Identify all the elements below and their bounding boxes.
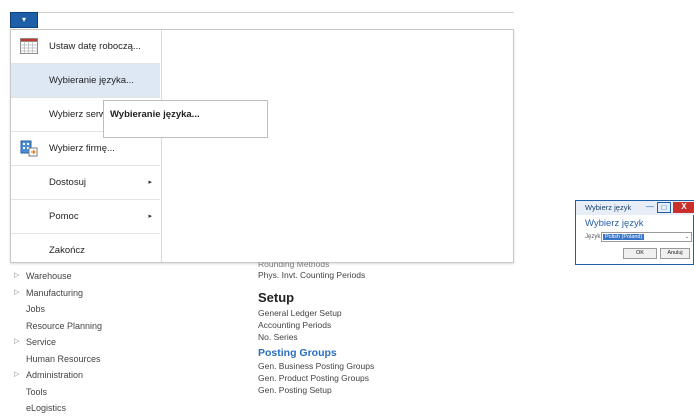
menu-item-set-work-date[interactable]: Ustaw datę roboczą... [11,30,160,63]
section-heading-setup: Setup [258,290,295,305]
application-menu-button[interactable]: ▾ [10,12,38,28]
maximize-icon[interactable]: □ [657,202,671,213]
submenu-arrow-icon: ▸ [148,179,152,186]
language-select[interactable]: Polish (Poland) ⌄ [601,232,692,242]
menu-item-customize[interactable]: Dostosuj ▸ [11,166,160,199]
link-gen-business-posting-groups[interactable]: Gen. Business Posting Groups [258,360,374,372]
link-gen-posting-setup[interactable]: Gen. Posting Setup [258,384,374,396]
link-general-ledger-setup[interactable]: General Ledger Setup [258,307,374,319]
nav-item-elogistics[interactable]: eLogistics [14,400,102,417]
nav-item-label: Tools [26,386,48,397]
nav-item-manufacturing[interactable]: ▷ Manufacturing [14,285,102,302]
calendar-icon [20,38,38,54]
minimize-icon[interactable]: — [643,202,657,213]
nav-item-label: Warehouse [26,271,72,281]
content-area: Rounding Methods Phys. Invt. Counting Pe… [258,262,374,396]
nav-item-label: Jobs [26,304,46,314]
cancel-button[interactable]: Anuluj [660,248,690,259]
ribbon-divider [38,12,514,13]
menu-item-label: Zakończ [49,245,85,256]
navigation-pane: ▷ Warehouse ▷ Manufacturing Jobs Resourc… [14,268,102,417]
menu-item-exit[interactable]: Zakończ [11,234,160,267]
tooltip: Wybieranie języka... [103,100,268,138]
dialog-title-bar[interactable]: Wybierz język — □ X [576,201,694,215]
menu-item-label: Pomoc [49,211,79,222]
nav-item-label: Administration [26,370,84,380]
nav-item-human-resources[interactable]: Human Resources [14,351,102,368]
close-icon[interactable]: X [673,202,694,213]
expand-arrow-icon: ▷ [14,338,20,345]
section-heading-posting-groups: Posting Groups [258,347,337,359]
chevron-down-icon: ▾ [21,15,26,24]
nav-item-label: Manufacturing [26,287,84,298]
expand-arrow-icon: ▷ [14,272,20,279]
nav-item-label: Human Resources [26,353,101,364]
dialog-title: Wybierz język [585,203,632,212]
language-selected-value: Polish (Poland) [603,234,645,240]
application-menu: Ustaw datę roboczą... Wybieranie języka.… [10,29,514,263]
link-accounting-periods[interactable]: Accounting Periods [258,319,374,331]
expand-arrow-icon: ▷ [14,288,20,296]
link-no-series[interactable]: No. Series [258,331,374,343]
expand-arrow-icon: ▷ [14,371,20,378]
link-gen-product-posting-groups[interactable]: Gen. Product Posting Groups [258,372,374,384]
link-phys-invt-counting-periods[interactable]: Phys. Invt. Counting Periods [258,269,374,281]
ok-button[interactable]: OK [623,248,657,259]
menu-item-help[interactable]: Pomoc ▸ [11,200,160,233]
nav-item-service[interactable]: ▷ Service [14,334,102,351]
language-dialog: Wybierz język — □ X Wybierz język Język:… [575,200,694,265]
menu-item-label: Dostosuj [49,177,86,188]
dialog-heading: Wybierz język [585,218,644,229]
nav-item-tools[interactable]: Tools [14,384,102,401]
menu-item-label: Ustaw datę roboczą... [49,41,141,52]
top-bar: ▾ [0,0,694,30]
nav-item-administration[interactable]: ▷ Administration [14,367,102,384]
nav-item-label: eLogistics [26,403,67,413]
submenu-arrow-icon: ▸ [148,213,152,220]
chevron-down-icon: ⌄ [684,234,689,240]
nav-item-resource-planning[interactable]: Resource Planning [14,318,102,335]
nav-item-warehouse[interactable]: ▷ Warehouse [14,268,102,285]
menu-item-select-language[interactable]: Wybieranie języka... [11,64,160,97]
nav-item-label: Resource Planning [26,320,103,331]
nav-item-label: Service [26,337,57,347]
link-rounding-methods[interactable]: Rounding Methods [258,262,374,269]
select-company-icon [20,140,38,157]
nav-item-jobs[interactable]: Jobs [14,301,102,318]
menu-item-label: Wybieranie języka... [49,75,134,86]
menu-column: Ustaw datę roboczą... Wybieranie języka.… [11,30,162,262]
language-label: Język: [585,234,603,240]
